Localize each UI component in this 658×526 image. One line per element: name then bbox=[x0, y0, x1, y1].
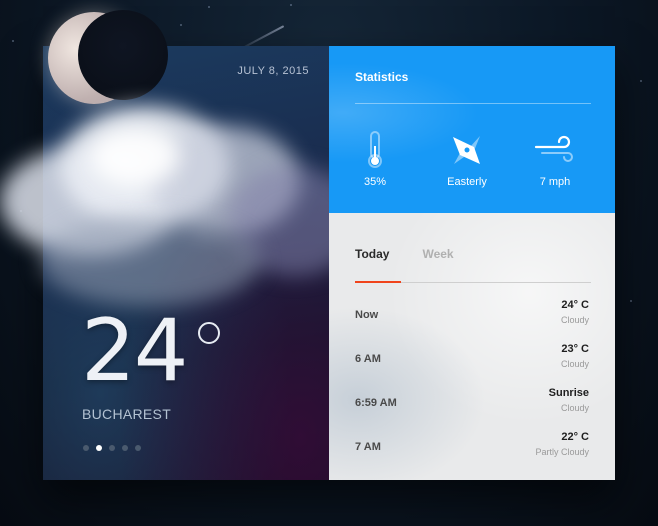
forecast-temp: 23° C bbox=[561, 343, 589, 355]
current-weather-panel: JULY 8, 2015 24 BUCHAREST bbox=[0, 10, 360, 480]
wind-direction-value: Easterly bbox=[447, 176, 487, 188]
humidity-value: 35% bbox=[363, 176, 387, 188]
statistics-section: Statistics 35% Easterly 7 mph bbox=[329, 46, 615, 213]
thermometer-icon bbox=[335, 130, 415, 170]
current-temperature: 24 bbox=[81, 301, 188, 401]
forecast-time: 7 AM bbox=[355, 441, 381, 453]
forecast-condition: Cloudy bbox=[560, 403, 589, 413]
weather-card: JULY 8, 2015 24 BUCHAREST Statistics 35% bbox=[0, 10, 615, 480]
forecast-temp: 22° C bbox=[561, 431, 589, 443]
wind-speed-value: 7 mph bbox=[539, 176, 571, 188]
wind-icon bbox=[515, 130, 595, 170]
forecast-condition: Cloudy bbox=[560, 359, 589, 369]
pagination-dot[interactable] bbox=[96, 445, 102, 451]
forecast-tabs: Today Week bbox=[355, 247, 454, 261]
active-tab-indicator bbox=[355, 281, 401, 283]
forecast-time: 6 AM bbox=[355, 353, 381, 365]
tab-today[interactable]: Today bbox=[355, 247, 389, 261]
stat-wind-speed: 7 mph bbox=[515, 130, 595, 188]
pagination-dots bbox=[83, 445, 141, 451]
details-panel: Statistics 35% Easterly 7 mph Today Week… bbox=[329, 46, 615, 480]
forecast-row: 6 AM 23° C Cloudy bbox=[355, 343, 589, 387]
tab-week[interactable]: Week bbox=[422, 247, 453, 261]
pagination-dot[interactable] bbox=[109, 445, 115, 451]
pagination-dot[interactable] bbox=[122, 445, 128, 451]
forecast-section: Today Week Now 24° C Cloudy 6 AM 23° C C… bbox=[329, 213, 615, 480]
pagination-dot[interactable] bbox=[135, 445, 141, 451]
forecast-condition: Cloudy bbox=[560, 315, 589, 325]
moon-icon bbox=[48, 10, 168, 122]
forecast-temp: 24° C bbox=[561, 299, 589, 311]
forecast-temp: Sunrise bbox=[548, 387, 589, 399]
forecast-row: Now 24° C Cloudy bbox=[355, 299, 589, 343]
forecast-condition: Partly Cloudy bbox=[535, 447, 589, 457]
forecast-list: Now 24° C Cloudy 6 AM 23° C Cloudy 6:59 … bbox=[355, 299, 589, 475]
stat-humidity: 35% bbox=[335, 130, 415, 188]
forecast-row: 6:59 AM Sunrise Cloudy bbox=[355, 387, 589, 431]
stat-wind-direction: Easterly bbox=[427, 130, 507, 188]
date-label: JULY 8, 2015 bbox=[237, 65, 309, 77]
compass-icon bbox=[427, 130, 507, 170]
pagination-dot[interactable] bbox=[83, 445, 89, 451]
forecast-row: 7 AM 22° C Partly Cloudy bbox=[355, 431, 589, 475]
divider bbox=[355, 103, 591, 104]
forecast-time: Now bbox=[355, 309, 379, 321]
forecast-time: 6:59 AM bbox=[355, 397, 397, 409]
statistics-title: Statistics bbox=[355, 70, 409, 84]
city-name: BUCHAREST bbox=[82, 406, 172, 422]
degree-symbol bbox=[198, 322, 220, 344]
